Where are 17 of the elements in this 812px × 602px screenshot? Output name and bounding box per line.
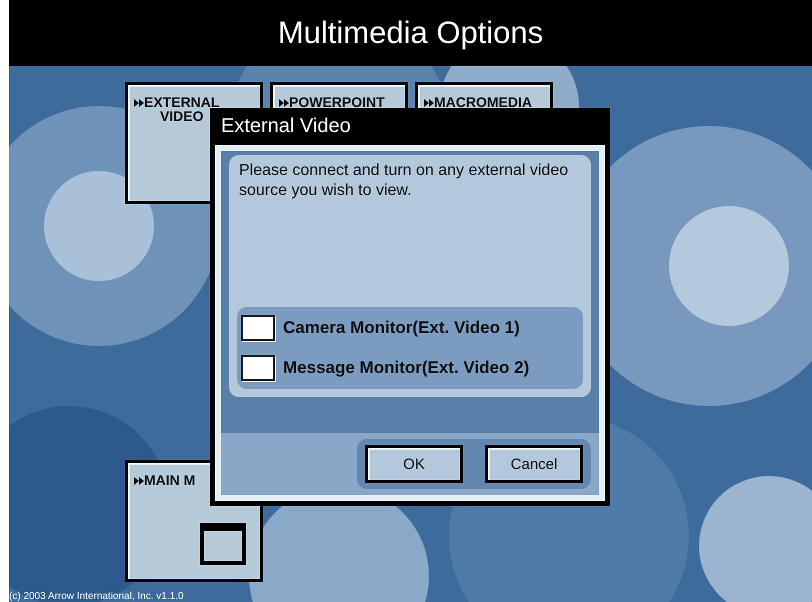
dialog-button[interactable]: Cancel bbox=[485, 445, 583, 483]
double-arrow-icon bbox=[134, 477, 144, 485]
tile-label: MACROMEDIA bbox=[434, 95, 532, 109]
checkbox[interactable] bbox=[241, 355, 275, 381]
screen-title: Multimedia Options bbox=[278, 15, 544, 51]
double-arrow-icon bbox=[134, 99, 144, 107]
checkbox-label[interactable]: Camera Monitor(Ext. Video 1) bbox=[283, 318, 520, 338]
tile-label: POWERPOINT bbox=[289, 95, 385, 109]
window-icon bbox=[200, 523, 246, 565]
checkbox[interactable] bbox=[241, 315, 275, 341]
tile-label: EXTERNAL VIDEO bbox=[144, 95, 220, 123]
checkbox-label[interactable]: Message Monitor(Ext. Video 2) bbox=[283, 358, 530, 378]
double-arrow-icon bbox=[424, 99, 434, 107]
tile-label: MAIN M bbox=[144, 473, 196, 487]
double-arrow-icon bbox=[279, 99, 289, 107]
copyright-text: (c) 2003 Arrow International, Inc. v1.1.0 bbox=[9, 591, 184, 602]
dialog-button[interactable]: OK bbox=[365, 445, 463, 483]
